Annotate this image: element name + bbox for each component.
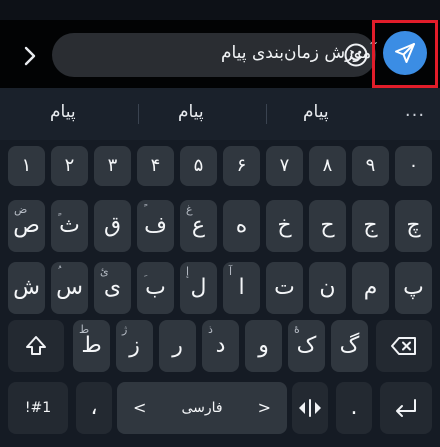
key-number[interactable]: ۲ (51, 146, 88, 186)
key-letter[interactable]: إل (180, 262, 217, 314)
period-key[interactable]: . (336, 382, 372, 434)
shift-key[interactable] (8, 320, 64, 372)
suggestion-divider (138, 104, 139, 124)
key-letter[interactable]: ًف (137, 200, 174, 252)
key-number[interactable]: ۹ (352, 146, 389, 186)
key-number[interactable]: ۳ (94, 146, 131, 186)
send-plane-icon (395, 43, 415, 63)
key-number[interactable]: ۱ (8, 146, 45, 186)
cursor-move-icon (299, 399, 321, 417)
key-letter[interactable]: ذد (202, 320, 239, 372)
smiley-icon (344, 43, 368, 67)
enter-icon (396, 399, 416, 417)
send-button[interactable] (383, 31, 427, 75)
key-number[interactable]: ۵ (180, 146, 217, 186)
key-letter[interactable]: ج (352, 200, 389, 252)
key-letter[interactable]: آا (223, 262, 260, 314)
suggestion-item[interactable]: پیام (50, 102, 76, 122)
key-number[interactable]: ۶ (223, 146, 260, 186)
key-letter[interactable]: پ (395, 262, 432, 314)
key-letter[interactable]: ۀک (288, 320, 325, 372)
back-button[interactable] (14, 40, 46, 72)
key-letter[interactable]: ئی (94, 262, 131, 314)
key-letter[interactable]: خ (266, 200, 303, 252)
key-letter[interactable]: ح (309, 200, 346, 252)
key-letter[interactable]: ژز (116, 320, 153, 372)
emoji-button[interactable] (341, 40, 371, 70)
enter-key[interactable] (380, 382, 432, 434)
key-number[interactable]: ۷ (266, 146, 303, 186)
key-number[interactable]: ۰ (395, 146, 432, 186)
language-left-arrow: < (133, 398, 147, 417)
key-letter[interactable]: ش (8, 262, 45, 314)
shift-arrow-icon (26, 336, 46, 355)
chevron-right-icon (24, 46, 36, 66)
key-letter[interactable]: ر (159, 320, 196, 372)
key-letter[interactable]: ت (266, 262, 303, 314)
key-letter[interactable]: ُس (51, 262, 88, 314)
suggestion-bar: پیام پیام پیام ... (0, 88, 440, 140)
key-letter[interactable]: ق (94, 200, 131, 252)
key-letter[interactable]: چ (395, 200, 432, 252)
space-language-label: فارسی (181, 400, 223, 416)
suggestion-item[interactable]: پیام (303, 102, 329, 122)
compose-bar: آموزش زمان‌بندی پیام (0, 0, 440, 88)
key-letter[interactable]: گ (331, 320, 368, 372)
suggestion-divider (266, 104, 267, 124)
key-letter[interactable]: و (245, 320, 282, 372)
key-letter[interactable]: م (352, 262, 389, 314)
space-key[interactable]: < فارسی > (117, 382, 287, 434)
key-letter[interactable]: ِب (137, 262, 174, 314)
key-letter[interactable]: ن (309, 262, 346, 314)
key-number[interactable]: ۴ (137, 146, 174, 186)
suggestion-item[interactable]: پیام (178, 102, 204, 122)
comma-key[interactable]: ، (76, 382, 112, 434)
backspace-icon (391, 337, 416, 355)
cursor-key[interactable] (292, 382, 328, 434)
key-letter[interactable]: غع (180, 200, 217, 252)
key-number[interactable]: ۸ (309, 146, 346, 186)
more-suggestions-button[interactable]: ... (400, 100, 430, 124)
backspace-key[interactable] (376, 320, 432, 372)
key-letter[interactable]: طط (73, 320, 110, 372)
key-letter[interactable]: ه (223, 200, 260, 252)
language-right-arrow: > (257, 398, 271, 417)
key-letter[interactable]: ضص (8, 200, 45, 252)
symbols-key[interactable]: !#1 (8, 382, 68, 434)
key-letter[interactable]: ٍث (51, 200, 88, 252)
status-strip (0, 0, 440, 20)
